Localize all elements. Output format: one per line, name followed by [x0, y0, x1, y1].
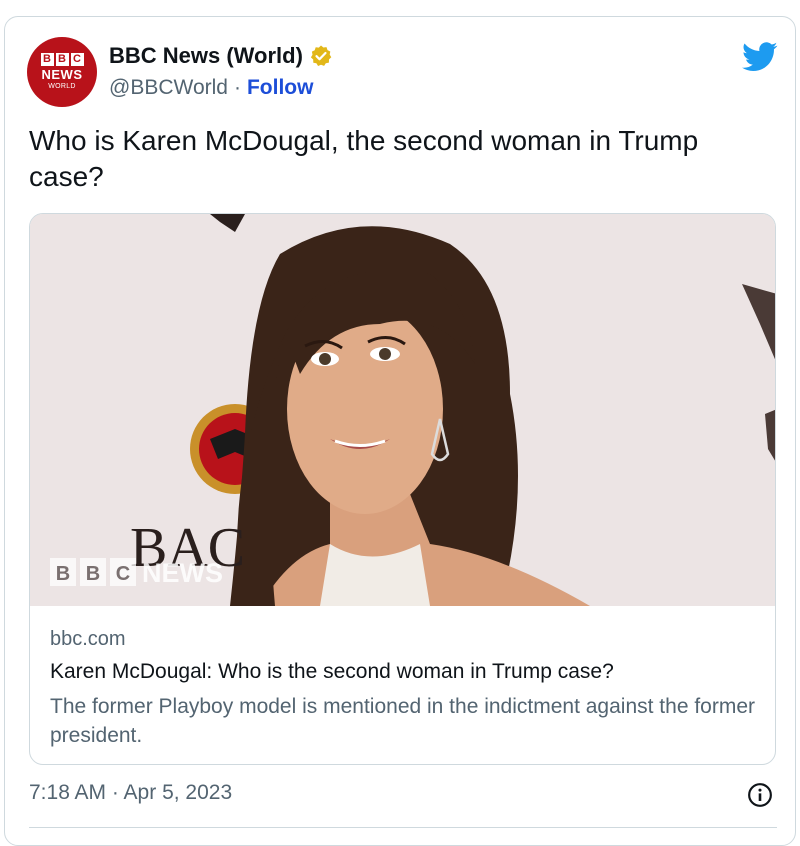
tweet-text: Who is Karen McDougal, the second woman … [29, 125, 699, 192]
link-preview-card[interactable]: BAC B B C NEWS bbc.com Karen McDougal: W… [29, 213, 776, 765]
link-description: The former Playboy model is mentioned in… [50, 695, 756, 747]
watermark-block: B [86, 563, 100, 585]
avatar-news-text: NEWS [41, 67, 83, 82]
avatar-block: B [55, 53, 69, 66]
tweet-card: B B C NEWS WORLD BBC News (World) @BBCWo… [4, 16, 796, 846]
account-name[interactable]: BBC News (World) [109, 43, 303, 69]
account-name-row[interactable]: BBC News (World) [109, 43, 333, 69]
avatar-block: C [70, 53, 84, 66]
follow-button[interactable]: Follow [247, 76, 314, 100]
avatar-block: B [40, 53, 54, 66]
link-title[interactable]: Karen McDougal: Who is the second woman … [50, 660, 614, 684]
separator-dot: · [233, 76, 241, 99]
avatar[interactable]: B B C NEWS WORLD [27, 37, 97, 107]
tweet-timestamp[interactable]: 7:18 AM · Apr 5, 2023 [29, 781, 232, 805]
handle-row: @BBCWorld · Follow [109, 76, 313, 100]
verified-badge-icon [310, 45, 332, 66]
info-icon[interactable] [747, 782, 773, 808]
watermark-news: NEWS [142, 558, 223, 588]
link-domain: bbc.com [50, 628, 126, 650]
photo-illustration: BAC B B C NEWS [30, 214, 775, 606]
twitter-bird-icon[interactable] [742, 42, 778, 72]
watermark-block: C [116, 563, 130, 585]
avatar-bbc-blocks: B B C [40, 53, 84, 66]
link-preview-image[interactable]: BAC B B C NEWS [30, 214, 775, 606]
avatar-world-text: WORLD [48, 83, 76, 90]
account-handle[interactable]: @BBCWorld [109, 76, 228, 100]
watermark-block: B [56, 563, 70, 585]
footer-divider [29, 827, 777, 828]
